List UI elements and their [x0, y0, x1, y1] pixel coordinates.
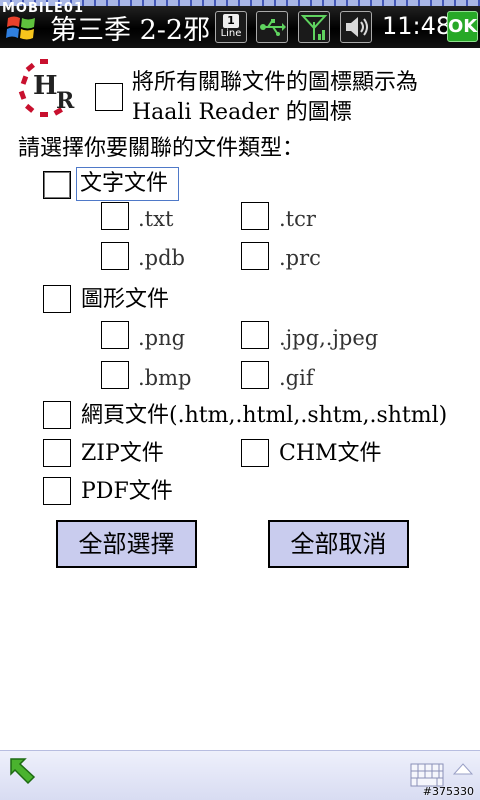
- back-arrow-icon[interactable]: [8, 755, 36, 785]
- pdb-checkbox[interactable]: [101, 242, 129, 270]
- haali-reader-logo: H R: [16, 56, 80, 120]
- window-title: 第三季 2-2邪惡: [50, 15, 210, 46]
- associate-icon-label-line1: 將所有關聯文件的圖標顯示為: [132, 70, 419, 95]
- signal-icon[interactable]: [298, 11, 330, 43]
- bmp-checkbox[interactable]: [101, 361, 129, 389]
- png-checkbox[interactable]: [101, 321, 129, 349]
- zip-label: ZIP文件: [81, 441, 164, 466]
- line-icon-number: 1: [223, 14, 239, 28]
- watermark-id: #375330: [422, 785, 474, 798]
- txt-label: .txt: [138, 207, 174, 231]
- text-docs-label: 文字文件: [80, 171, 169, 196]
- haali-logo-icon: H R: [18, 59, 75, 117]
- bmp-label: .bmp: [138, 366, 192, 390]
- speaker-icon[interactable]: [340, 11, 372, 43]
- text-docs-checkbox[interactable]: [43, 171, 71, 199]
- cancel-all-button[interactable]: 全部取消: [268, 520, 409, 568]
- gif-checkbox[interactable]: [241, 361, 269, 389]
- pdf-label: PDF文件: [81, 479, 173, 504]
- associate-icon-checkbox[interactable]: [95, 83, 123, 111]
- png-label: .png: [138, 326, 186, 350]
- select-all-button[interactable]: 全部選擇: [56, 520, 197, 568]
- bottom-menu-bar: #375330: [0, 750, 480, 800]
- associate-icon-label-line2: Haali Reader 的圖標: [132, 100, 352, 125]
- logo-letter-r: R: [56, 88, 75, 114]
- image-docs-checkbox[interactable]: [43, 285, 71, 313]
- prc-label: .prc: [279, 246, 321, 270]
- title-bar: MOBILE01 第三季 2-2邪惡 1 Line: [0, 0, 480, 48]
- chm-checkbox[interactable]: [241, 439, 269, 467]
- tcr-checkbox[interactable]: [241, 202, 269, 230]
- start-icon: [6, 16, 35, 40]
- tcr-label: .tcr: [279, 207, 316, 231]
- usb-icon[interactable]: [256, 11, 288, 43]
- line-app-icon[interactable]: 1 Line: [215, 11, 247, 43]
- zip-checkbox[interactable]: [43, 439, 71, 467]
- web-docs-checkbox[interactable]: [43, 401, 71, 429]
- gif-label: .gif: [279, 366, 314, 390]
- jpg-label: .jpg,.jpeg: [279, 326, 379, 350]
- ok-button[interactable]: OK: [447, 11, 478, 42]
- jpg-checkbox[interactable]: [241, 321, 269, 349]
- txt-checkbox[interactable]: [101, 202, 129, 230]
- image-docs-label: 圖形文件: [81, 287, 170, 312]
- caret-up-icon[interactable]: [453, 763, 473, 775]
- clock: 11:48: [382, 12, 452, 40]
- web-docs-label: 網頁文件(.htm,.html,.shtm,.shtml): [81, 403, 448, 428]
- logo-letter-h: H: [33, 71, 58, 101]
- chm-label: CHM文件: [279, 441, 382, 466]
- pdb-label: .pdb: [138, 246, 186, 270]
- pdf-checkbox[interactable]: [43, 477, 71, 505]
- start-button[interactable]: [4, 10, 40, 44]
- line-icon-label: Line: [220, 28, 242, 39]
- file-type-prompt: 請選擇你要關聯的文件類型：: [18, 136, 305, 161]
- prc-checkbox[interactable]: [241, 242, 269, 270]
- keyboard-icon[interactable]: [410, 763, 444, 787]
